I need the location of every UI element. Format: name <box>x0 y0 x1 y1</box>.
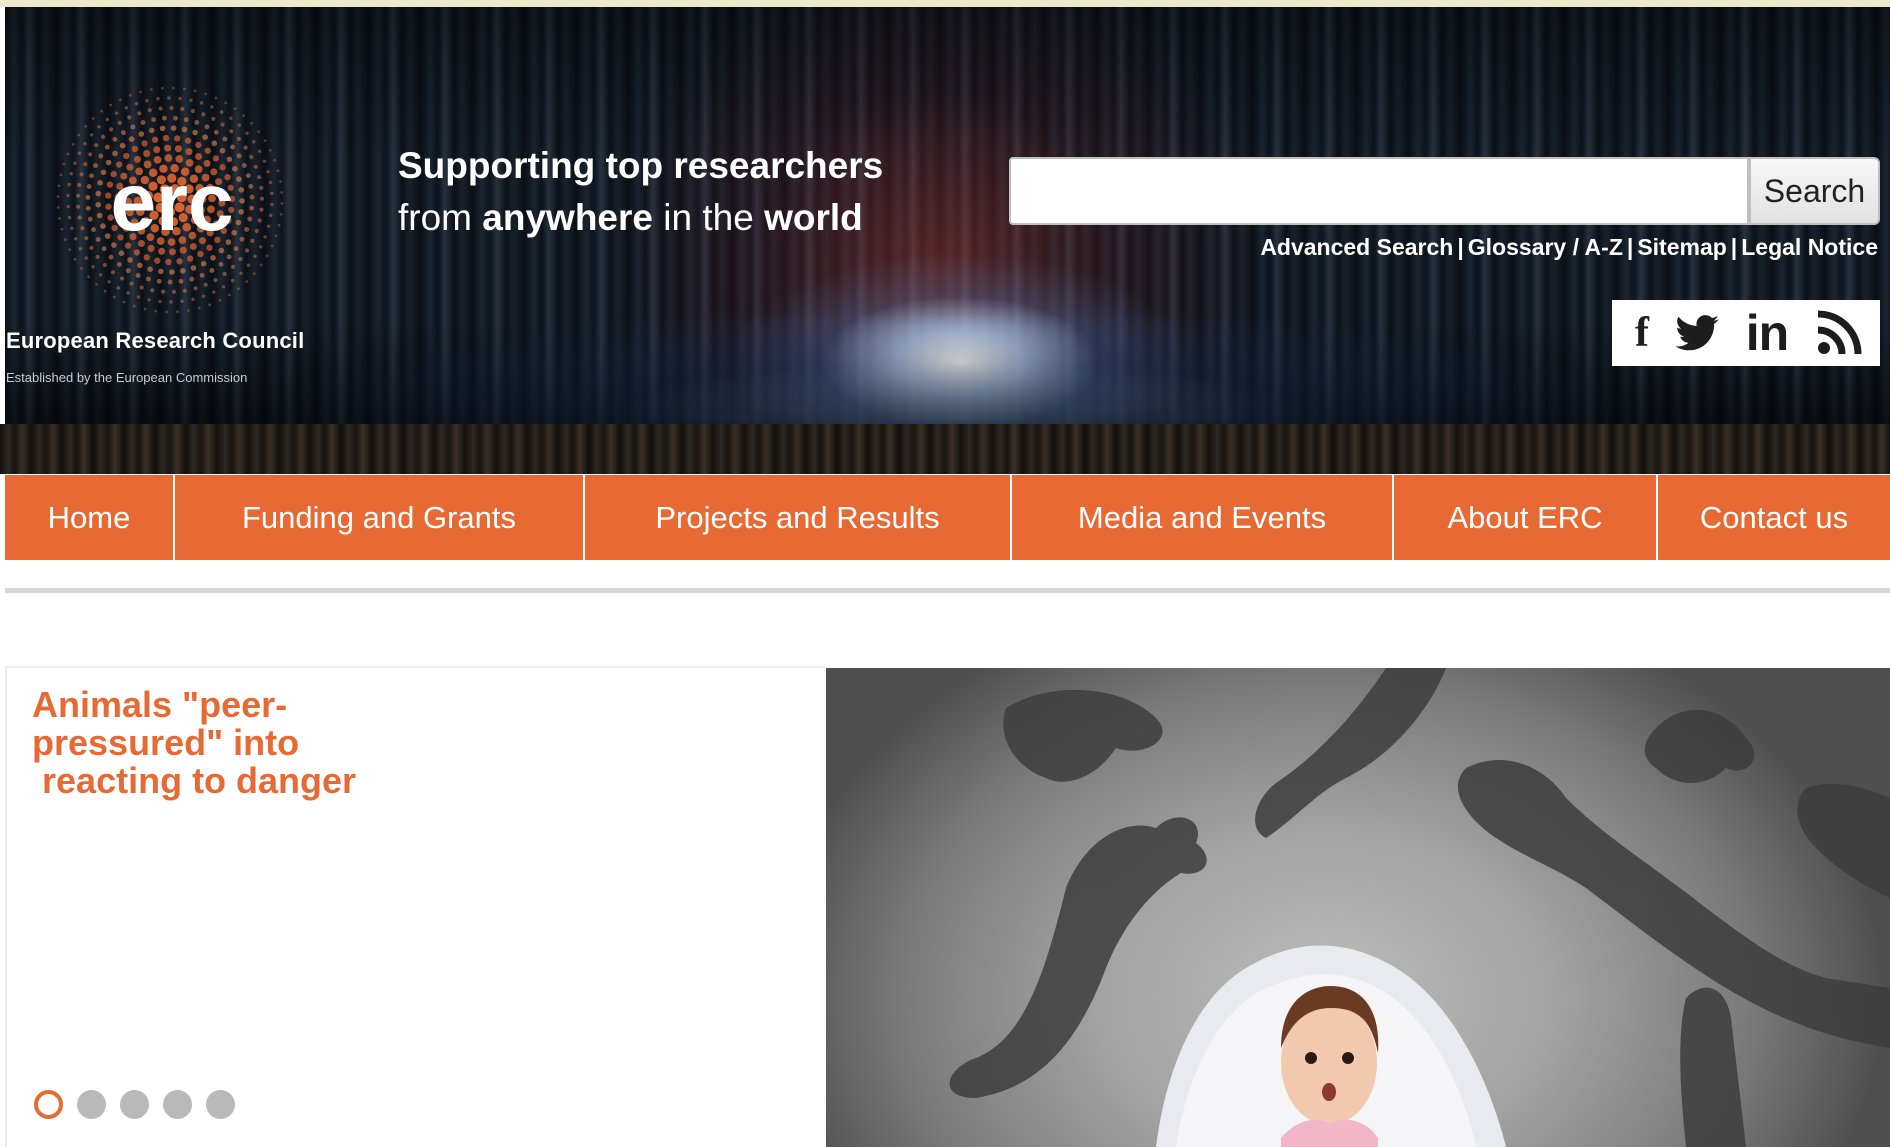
slide-dot-1[interactable] <box>34 1090 63 1119</box>
tagline-prefix: from <box>398 197 483 238</box>
nav-projects-and-results[interactable]: Projects and Results <box>585 475 1012 560</box>
logo-text: erc <box>110 157 233 248</box>
sitemap-link[interactable]: Sitemap <box>1637 234 1726 260</box>
top-strip <box>0 0 1890 7</box>
social-icons: f in <box>1612 300 1880 366</box>
slide-dot-4[interactable] <box>163 1090 192 1119</box>
tagline-line2: from anywhere in the world <box>398 192 883 244</box>
nav-funding-and-grants[interactable]: Funding and Grants <box>175 475 585 560</box>
link-separator: | <box>1457 234 1464 260</box>
divider <box>5 588 1890 593</box>
nav-media-and-events[interactable]: Media and Events <box>1012 475 1394 560</box>
search-input[interactable] <box>1009 157 1749 225</box>
org-name: European Research Council <box>6 328 305 353</box>
tagline: Supporting top researchers from anywhere… <box>398 140 883 244</box>
linkedin-icon[interactable]: in <box>1732 305 1802 361</box>
nav-contact-us[interactable]: Contact us <box>1658 475 1890 560</box>
twitter-icon[interactable] <box>1672 305 1722 361</box>
banner-bottom-band <box>0 424 1890 474</box>
tagline-bold-world: world <box>764 197 863 238</box>
slide-dot-5[interactable] <box>206 1090 235 1119</box>
search-button[interactable]: Search <box>1749 157 1880 225</box>
shadow-hands-illustration <box>949 668 1890 1147</box>
tagline-bold-anywhere: anywhere <box>482 197 653 238</box>
tagline-mid: in the <box>652 197 765 238</box>
link-separator: | <box>1626 234 1634 260</box>
slide-image[interactable] <box>826 668 1890 1147</box>
advanced-search-link[interactable]: Advanced Search <box>1260 234 1453 260</box>
slide-dots <box>34 1090 235 1119</box>
legal-notice-link[interactable]: Legal Notice <box>1741 234 1878 260</box>
link-separator: | <box>1730 234 1738 260</box>
utility-links: Advanced Search | Glossary / A-Z | Sitemap | L… <box>1260 234 1878 261</box>
slide-dot-3[interactable] <box>120 1090 149 1119</box>
facebook-icon[interactable]: f <box>1622 305 1662 361</box>
org-subtitle: Established by the European Commission <box>6 370 248 385</box>
rss-icon[interactable] <box>1812 305 1870 361</box>
slide-title[interactable]: Animals "peer- pressured" into reacting … <box>32 686 592 800</box>
slide-dot-2[interactable] <box>77 1090 106 1119</box>
main-nav: Home Funding and Grants Projects and Res… <box>5 475 1890 560</box>
erc-logo[interactable]: erc <box>50 80 290 320</box>
nav-about-erc[interactable]: About ERC <box>1394 475 1658 560</box>
glossary-link[interactable]: Glossary / A-Z <box>1468 234 1623 260</box>
tagline-line1: Supporting top researchers <box>398 145 884 186</box>
nav-home[interactable]: Home <box>5 475 175 560</box>
